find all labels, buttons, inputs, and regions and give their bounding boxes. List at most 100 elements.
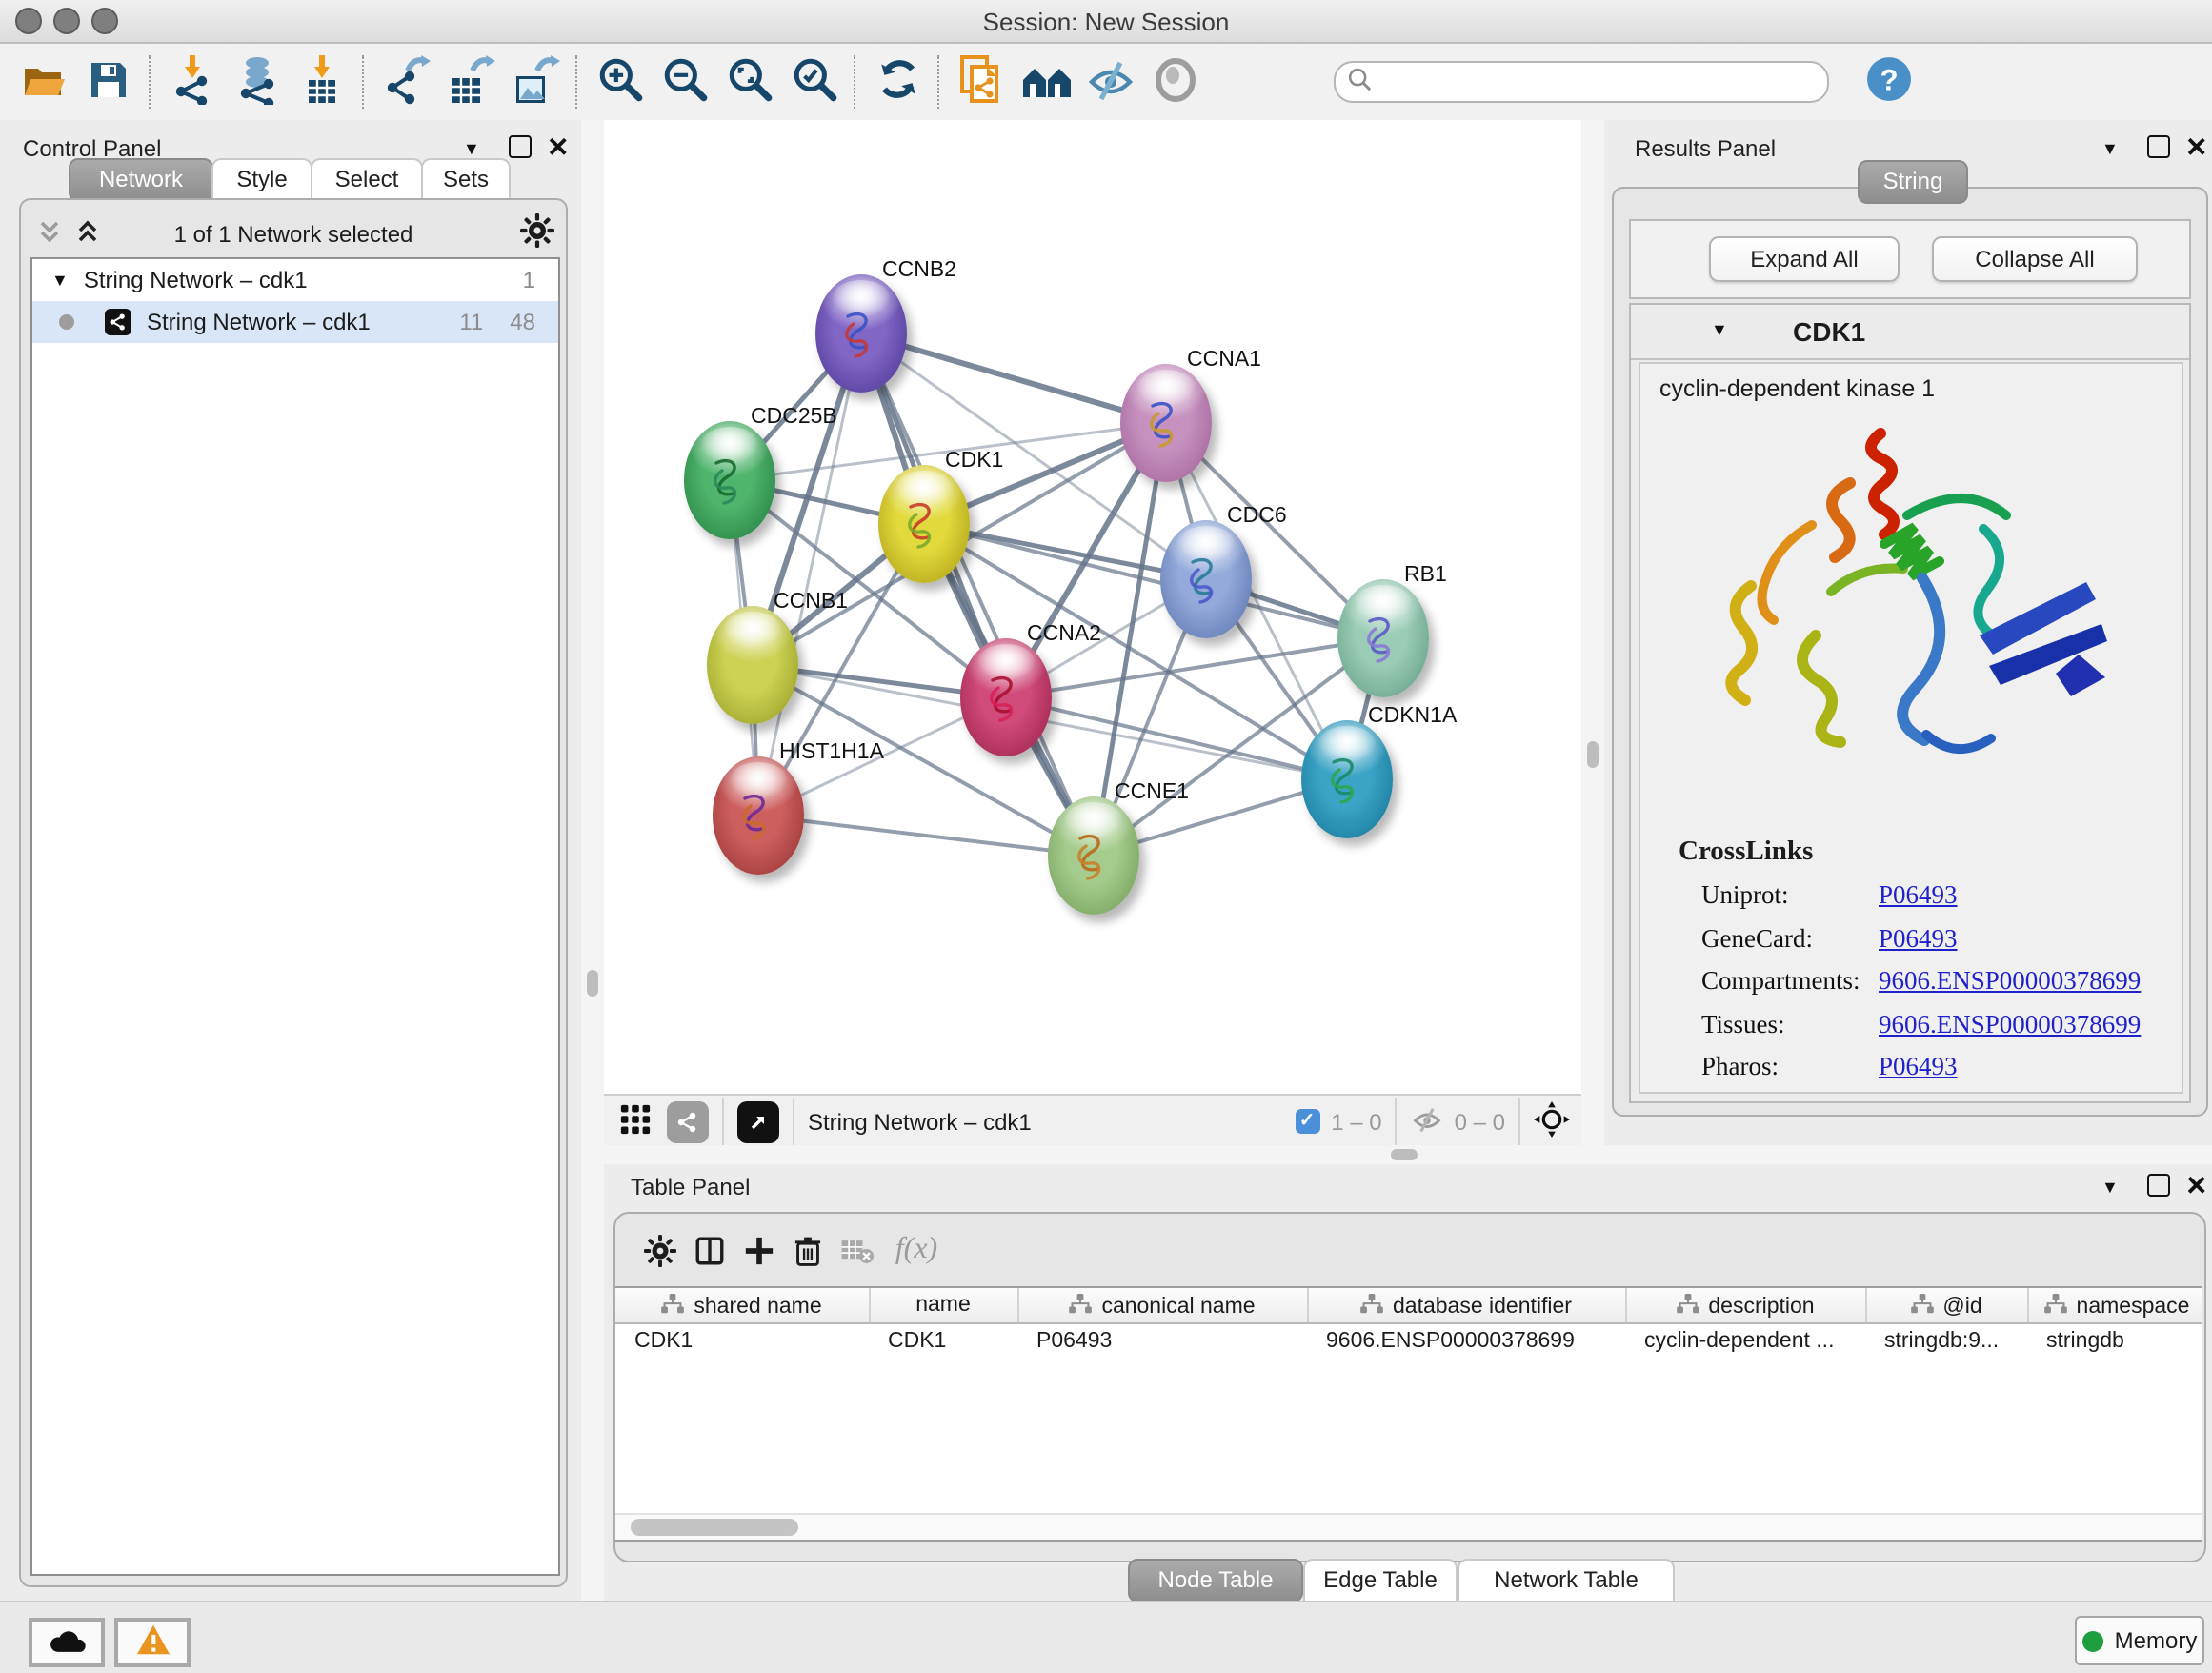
tab-network-table[interactable]: Network Table	[1458, 1559, 1675, 1601]
document-share-button[interactable]	[949, 51, 1014, 112]
network-node-CCNB1[interactable]	[707, 606, 798, 724]
search-input[interactable]	[1372, 69, 1780, 95]
network-view-canvas[interactable]: CCNB2CCNA1CDC25BCDK1CDC6RB1CCNB1CCNA2CDK…	[604, 120, 1581, 1094]
table-cell[interactable]: P06493	[1017, 1323, 1307, 1357]
network-node-CCNA1[interactable]	[1120, 364, 1212, 482]
table-splitter-handle[interactable]	[1391, 1149, 1418, 1160]
tab-sets[interactable]: Sets	[421, 158, 511, 200]
export-table-button[interactable]	[438, 51, 503, 112]
crosslink-link[interactable]: P06493	[1879, 924, 1958, 955]
float-table-icon[interactable]: ▼	[2101, 1178, 2119, 1197]
network-node-CCNE1[interactable]	[1048, 796, 1139, 915]
selected-items-checkbox-icon[interactable]: ✓	[1295, 1109, 1319, 1134]
table-row[interactable]: CDK1CDK1P064939606.ENSP00000378699cyclin…	[615, 1323, 2202, 1357]
network-node-HIST1H1A[interactable]	[713, 756, 804, 875]
delete-column-trash-icon[interactable]	[783, 1227, 833, 1273]
collapse-all-button[interactable]: Collapse All	[1932, 236, 2138, 282]
expand-all-button[interactable]: Expand All	[1709, 236, 1900, 282]
column-header--id[interactable]: @id	[1865, 1288, 2027, 1323]
table-cell[interactable]: stringdb:9...	[1865, 1323, 2027, 1357]
column-header-description[interactable]: description	[1625, 1288, 1865, 1323]
column-header-namespace[interactable]: namespace	[2027, 1288, 2202, 1323]
help-button[interactable]: ?	[1856, 51, 1920, 112]
zoom-fit-button[interactable]	[716, 51, 781, 112]
network-node-CDKN1A[interactable]	[1301, 720, 1393, 838]
column-header-database-identifier[interactable]: database identifier	[1307, 1288, 1625, 1323]
network-share-icon[interactable]	[667, 1100, 709, 1142]
birds-eye-view-icon[interactable]	[619, 1102, 652, 1140]
network-edge[interactable]	[861, 333, 1166, 423]
network-node-CDC6[interactable]	[1160, 520, 1252, 638]
fit-selected-crosshair-icon[interactable]	[1534, 1100, 1570, 1142]
hidden-items-eye-icon[interactable]	[1411, 1104, 1445, 1139]
save-session-button[interactable]	[76, 51, 141, 112]
cdk1-section-header[interactable]: ▼ CDK1	[1631, 305, 2189, 360]
tab-style[interactable]: Style	[211, 158, 312, 200]
tab-network[interactable]: Network	[69, 158, 213, 202]
network-node-CDK1[interactable]	[878, 465, 970, 583]
table-h-scrollbar[interactable]	[615, 1513, 2202, 1540]
network-node-RB1[interactable]	[1337, 579, 1429, 697]
add-column-icon[interactable]	[734, 1227, 783, 1273]
maximize-panel-icon[interactable]	[509, 135, 532, 158]
maximize-results-icon[interactable]	[2147, 135, 2170, 158]
column-header-name[interactable]: name	[869, 1288, 1017, 1323]
table-cell[interactable]: CDK1	[869, 1323, 1017, 1357]
export-image-button[interactable]	[503, 51, 568, 112]
close-results-icon[interactable]: ✕	[2185, 135, 2207, 158]
table-cell[interactable]: CDK1	[615, 1323, 869, 1357]
right-splitter-handle[interactable]	[1587, 741, 1599, 768]
import-network-file-button[interactable]	[160, 51, 225, 112]
table-splitter[interactable]	[604, 1145, 2212, 1164]
network-row[interactable]: String Network – cdk1 11 48	[32, 301, 558, 343]
memory-button[interactable]: Memory	[2075, 1616, 2204, 1665]
search-field[interactable]	[1334, 61, 1829, 103]
import-network-database-button[interactable]	[225, 51, 290, 112]
cloud-button[interactable]	[29, 1618, 105, 1667]
zoom-out-button[interactable]	[652, 51, 716, 112]
tab-select[interactable]: Select	[311, 158, 423, 200]
warnings-button[interactable]	[114, 1618, 191, 1667]
home-browser-button[interactable]	[1014, 51, 1078, 112]
table-options-gear-icon[interactable]	[634, 1227, 684, 1273]
open-session-button[interactable]	[11, 51, 76, 112]
export-network-button[interactable]	[373, 51, 438, 112]
crosslink-link[interactable]: P06493	[1879, 1053, 1958, 1083]
network-collection-row[interactable]: ▼ String Network – cdk1 1	[32, 259, 558, 301]
delete-table-icon[interactable]	[833, 1227, 882, 1273]
crosslink-link[interactable]: 9606.ENSP00000378699	[1879, 1010, 2141, 1040]
left-splitter-handle[interactable]	[587, 970, 598, 997]
network-edge[interactable]	[758, 816, 1094, 856]
table-cell[interactable]: 9606.ENSP00000378699	[1307, 1323, 1625, 1357]
network-options-gear-icon[interactable]	[520, 213, 554, 253]
right-splitter[interactable]	[1581, 120, 1604, 1145]
zoom-selected-button[interactable]	[781, 51, 846, 112]
network-edge[interactable]	[861, 333, 1094, 856]
left-splitter[interactable]	[581, 120, 604, 1601]
table-cell[interactable]: cyclin-dependent ...	[1625, 1323, 1865, 1357]
float-results-icon[interactable]: ▼	[2101, 139, 2119, 158]
column-header-shared-name[interactable]: shared name	[615, 1288, 869, 1323]
function-builder-button[interactable]: f(x)	[882, 1227, 951, 1273]
show-graphics-details-button[interactable]	[1143, 51, 1208, 112]
close-table-icon[interactable]: ✕	[2185, 1174, 2207, 1197]
maximize-table-icon[interactable]	[2147, 1174, 2170, 1197]
table-h-scrollbar-thumb[interactable]	[631, 1519, 798, 1536]
show-columns-icon[interactable]	[684, 1227, 734, 1273]
close-panel-icon[interactable]: ✕	[547, 135, 569, 158]
crosslink-link[interactable]: P06493	[1879, 881, 1958, 912]
refresh-view-button[interactable]	[865, 51, 930, 112]
tab-node-table[interactable]: Node Table	[1128, 1559, 1303, 1602]
float-panel-icon[interactable]: ▼	[463, 139, 480, 158]
network-node-CDC25B[interactable]	[684, 421, 775, 539]
tab-string[interactable]: String	[1858, 160, 1968, 204]
open-in-new-window-icon[interactable]	[737, 1100, 779, 1142]
column-header-canonical-name[interactable]: canonical name	[1017, 1288, 1307, 1323]
network-node-CCNA2[interactable]	[960, 638, 1052, 756]
zoom-in-button[interactable]	[587, 51, 652, 112]
crosslink-link[interactable]: 9606.ENSP00000378699	[1879, 967, 2141, 998]
import-table-button[interactable]	[290, 51, 354, 112]
table-cell[interactable]: stringdb	[2027, 1323, 2202, 1357]
tab-edge-table[interactable]: Edge Table	[1303, 1559, 1458, 1601]
collection-expander-icon[interactable]: ▼	[51, 271, 69, 290]
